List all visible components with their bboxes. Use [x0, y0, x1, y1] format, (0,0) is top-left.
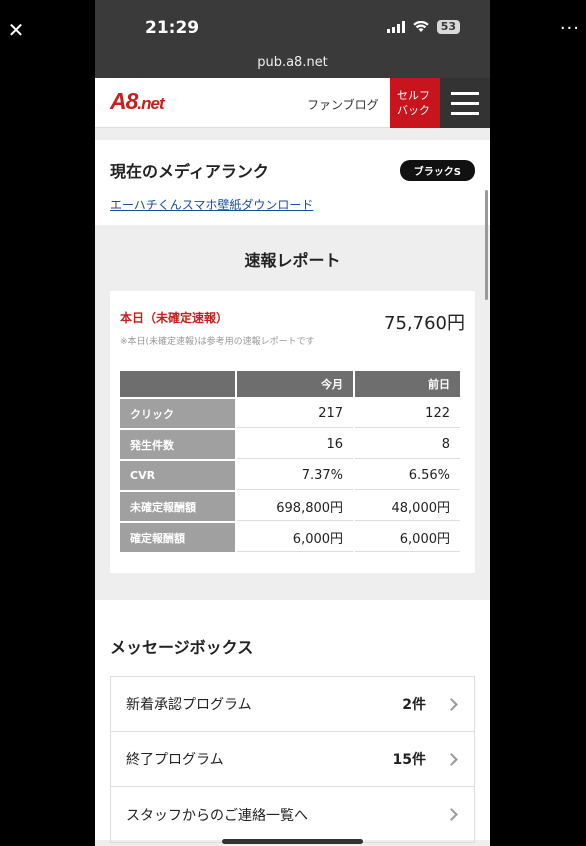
- cell-prev: 8: [355, 430, 460, 459]
- message-list: 新着承認プログラム 2件 終了プログラム 15件 スタッフからのご連絡一覧へ: [110, 676, 475, 843]
- status-bar: 21:29 53: [95, 0, 490, 56]
- report-table: 今月 前日 クリック 217 122 発生件数 16 8 CVR 7.37% 6…: [118, 369, 462, 554]
- chevron-right-icon: [445, 752, 458, 766]
- chevron-right-icon: [445, 697, 458, 711]
- phone-screen: 21:29 53 pub.a8.net A8.net ファンブログ セルフ バッ…: [95, 0, 490, 846]
- cell-month: 16: [237, 430, 354, 459]
- message-box-title: メッセージボックス: [110, 638, 254, 657]
- cell-prev: 48,000円: [355, 492, 460, 521]
- logo-suffix: .net: [137, 94, 164, 113]
- wifi-icon: [412, 21, 429, 32]
- self-back-label-1: セルフ: [397, 89, 430, 102]
- table-row: 未確定報酬額 698,800円 48,000円: [120, 492, 460, 521]
- wallpaper-download-link[interactable]: エーハチくんスマホ壁紙ダウンロード: [110, 196, 475, 213]
- message-item-staff-contacts[interactable]: スタッフからのご連絡一覧へ: [111, 787, 474, 842]
- row-label: 未確定報酬額: [120, 492, 235, 521]
- signal-icon: [386, 21, 405, 33]
- status-time: 21:29: [145, 18, 200, 38]
- a8-logo[interactable]: A8.net: [110, 88, 165, 115]
- url-bar[interactable]: pub.a8.net: [95, 56, 490, 78]
- site-header: A8.net ファンブログ セルフ バック: [95, 78, 490, 128]
- cell-month: 698,800円: [237, 492, 354, 521]
- hamburger-menu-icon[interactable]: [440, 78, 490, 128]
- message-count: 2件: [402, 697, 426, 713]
- cell-month: 7.37%: [237, 461, 354, 490]
- message-label: 終了プログラム: [126, 752, 224, 768]
- row-label: CVR: [120, 461, 235, 490]
- message-box-section: メッセージボックス 新着承認プログラム 2件 終了プログラム 15件 スタッフか…: [95, 600, 490, 843]
- cell-prev: 6.56%: [355, 461, 460, 490]
- more-icon[interactable]: ···: [560, 18, 580, 39]
- today-amount: 75,760円: [384, 313, 465, 334]
- table-corner: [120, 371, 235, 397]
- cell-prev: 6,000円: [355, 523, 460, 552]
- report-title: 速報レポート: [244, 251, 341, 270]
- message-item-new-programs[interactable]: 新着承認プログラム 2件: [111, 677, 474, 732]
- message-label: 新着承認プログラム: [126, 697, 252, 713]
- media-rank-section: 現在のメディアランク ブラックS エーハチくんスマホ壁紙ダウンロード: [95, 140, 490, 225]
- logo-main: A8: [110, 88, 138, 114]
- chevron-right-icon: [445, 808, 458, 821]
- cell-prev: 122: [355, 399, 460, 428]
- report-note: ※本日(未確定速報)は参考用の速報レポートです: [120, 337, 315, 347]
- message-count: 15件: [392, 752, 426, 768]
- column-month: 今月: [237, 371, 354, 397]
- cell-month: 217: [237, 399, 354, 428]
- table-row: CVR 7.37% 6.56%: [120, 461, 460, 490]
- report-section: 速報レポート 本日（未確定速報） 75,760円 ※本日(未確定速報)は参考用の…: [95, 225, 490, 600]
- row-label: 確定報酬額: [120, 523, 235, 552]
- rank-badge: ブラックS: [399, 160, 475, 181]
- row-label: 発生件数: [120, 430, 235, 459]
- self-back-label-2: バック: [397, 104, 430, 117]
- status-icons: 53: [386, 20, 460, 34]
- table-row: 確定報酬額 6,000円 6,000円: [120, 523, 460, 552]
- scrollbar[interactable]: [485, 190, 488, 300]
- cell-month: 6,000円: [237, 523, 354, 552]
- message-item-ended-programs[interactable]: 終了プログラム 15件: [111, 732, 474, 787]
- home-indicator[interactable]: [222, 839, 363, 844]
- row-label: クリック: [120, 399, 235, 428]
- table-row: クリック 217 122: [120, 399, 460, 428]
- close-icon[interactable]: ✕: [6, 20, 26, 40]
- battery-icon: 53: [436, 20, 460, 34]
- message-label: スタッフからのご連絡一覧へ: [126, 807, 308, 824]
- fan-blog-link[interactable]: ファンブログ: [307, 96, 379, 113]
- column-prev-day: 前日: [355, 371, 460, 397]
- self-back-button[interactable]: セルフ バック: [390, 78, 440, 128]
- report-card: 本日（未確定速報） 75,760円 ※本日(未確定速報)は参考用の速報レポートで…: [110, 291, 475, 573]
- table-row: 発生件数 16 8: [120, 430, 460, 459]
